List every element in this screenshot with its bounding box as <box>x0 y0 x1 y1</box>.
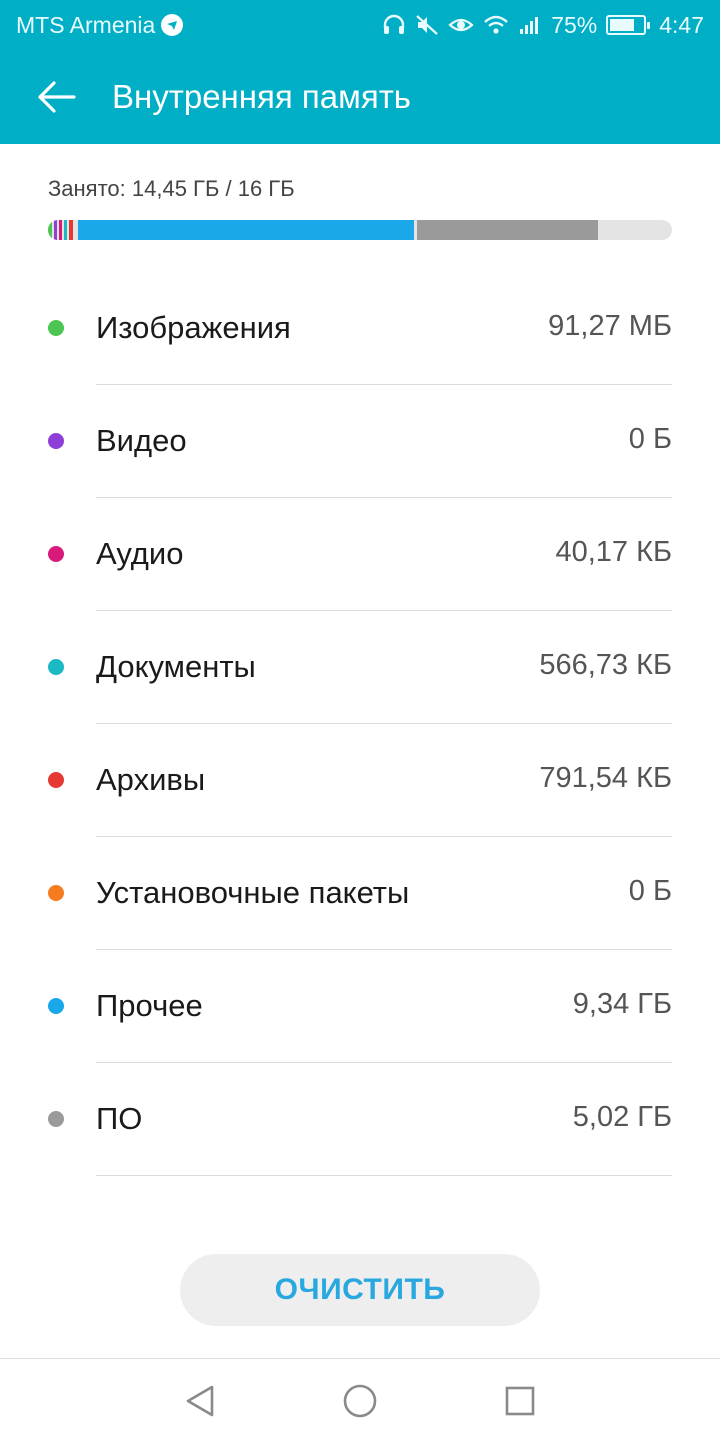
battery-percent: 75% <box>551 11 598 38</box>
category-color-dot <box>48 433 64 449</box>
category-color-dot <box>48 659 64 675</box>
category-row[interactable]: Установочные пакеты 0 Б <box>0 837 720 950</box>
usage-segment-images <box>48 220 52 240</box>
category-row[interactable]: Архивы 791,54 КБ <box>0 724 720 837</box>
carrier: MTS Armenia <box>16 11 184 39</box>
usage-segment-archives <box>69 220 73 240</box>
category-row[interactable]: Документы 566,73 КБ <box>0 611 720 724</box>
category-color-dot <box>48 1111 64 1127</box>
category-size: 0 Б <box>628 423 672 455</box>
usage-segment-other <box>78 220 414 240</box>
recents-square-icon <box>505 1386 535 1416</box>
clock: 4:47 <box>659 11 704 38</box>
mute-icon <box>415 14 439 36</box>
category-color-dot <box>48 885 64 901</box>
back-button[interactable] <box>0 50 112 144</box>
home-circle-icon <box>343 1384 377 1418</box>
nav-home-button[interactable] <box>340 1381 380 1421</box>
category-size: 91,27 МБ <box>548 310 672 342</box>
clean-button[interactable]: ОЧИСТИТЬ <box>180 1254 540 1326</box>
divider <box>96 1175 672 1176</box>
nav-recents-button[interactable] <box>500 1381 540 1421</box>
category-label: ПО <box>96 1101 143 1136</box>
usage-segment-documents <box>64 220 67 240</box>
signal-icon <box>518 14 542 36</box>
headset-icon <box>382 14 406 36</box>
category-row[interactable]: Изображения 91,27 МБ <box>0 272 720 385</box>
category-color-dot <box>48 546 64 562</box>
category-size: 5,02 ГБ <box>572 1101 672 1133</box>
category-label: Прочее <box>96 988 203 1023</box>
category-label: Аудио <box>96 536 184 571</box>
wifi-icon <box>483 14 509 36</box>
back-triangle-icon <box>186 1385 214 1417</box>
category-label: Установочные пакеты <box>96 875 410 910</box>
usage-segment-software <box>417 220 598 240</box>
usage-segment-audio <box>59 220 62 240</box>
category-row[interactable]: ПО 5,02 ГБ <box>0 1063 720 1176</box>
category-size: 566,73 КБ <box>539 649 672 681</box>
page-title: Внутренняя память <box>112 78 411 115</box>
carrier-name: MTS Armenia <box>16 11 156 38</box>
storage-usage: Занято: 14,45 ГБ / 16 ГБ <box>48 176 672 240</box>
nav-bar <box>0 1358 720 1440</box>
nav-back-button[interactable] <box>180 1381 220 1421</box>
category-label: Видео <box>96 423 187 458</box>
category-size: 0 Б <box>628 875 672 907</box>
usage-segment-video <box>54 220 57 240</box>
status-bar: MTS Armenia 75% 4:47 <box>0 0 720 50</box>
category-label: Документы <box>96 649 256 684</box>
storage-usage-bar <box>48 220 672 240</box>
category-size: 40,17 КБ <box>555 536 672 568</box>
category-row[interactable]: Прочее 9,34 ГБ <box>0 950 720 1063</box>
category-size: 9,34 ГБ <box>572 988 672 1020</box>
usage-text: Занято: 14,45 ГБ / 16 ГБ <box>48 176 295 201</box>
category-color-dot <box>48 772 64 788</box>
app-bar: Внутренняя память <box>0 50 720 144</box>
category-row[interactable]: Аудио 40,17 КБ <box>0 498 720 611</box>
carrier-badge-icon <box>161 14 184 36</box>
category-color-dot <box>48 320 64 336</box>
category-size: 791,54 КБ <box>539 762 672 794</box>
arrow-left-icon <box>38 81 76 113</box>
eye-icon <box>448 14 474 36</box>
battery-charging-icon <box>606 15 651 35</box>
category-label: Архивы <box>96 762 206 797</box>
category-label: Изображения <box>96 310 291 345</box>
category-color-dot <box>48 998 64 1014</box>
category-list: Изображения 91,27 МБ Видео 0 Б Аудио 40,17 КБ… <box>0 272 720 1176</box>
category-row[interactable]: Видео 0 Б <box>0 385 720 498</box>
